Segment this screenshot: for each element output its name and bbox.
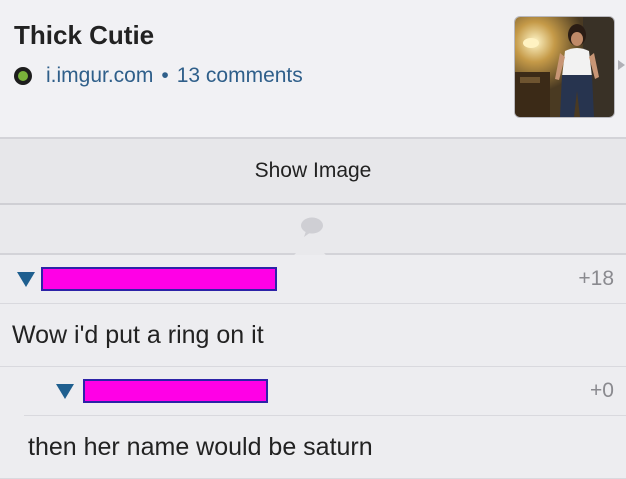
post-thumbnail[interactable] <box>514 16 615 118</box>
imgur-dot-icon <box>14 67 32 85</box>
comment-body: then her name would be saturn <box>0 416 626 479</box>
comment-header[interactable]: +18 <box>0 255 626 304</box>
post-meta: i.imgur.com • 13 comments <box>14 64 303 88</box>
show-image-button[interactable]: Show Image <box>0 139 626 205</box>
comment-body: Wow i'd put a ring on it <box>0 304 626 367</box>
show-image-label: Show Image <box>254 159 372 182</box>
comment-score: +18 <box>578 267 614 290</box>
chevron-right-icon <box>618 60 625 70</box>
username-redacted <box>41 267 277 291</box>
username-redacted <box>83 379 268 403</box>
comments-count-link[interactable]: 13 comments <box>177 64 303 88</box>
comment-text: then her name would be saturn <box>28 433 373 461</box>
collapse-arrow-icon[interactable] <box>17 272 35 287</box>
comment-header[interactable]: +0 <box>24 367 626 416</box>
comment-text: Wow i'd put a ring on it <box>12 321 264 349</box>
post-header[interactable]: Thick Cutie i.imgur.com • 13 comments <box>0 0 626 139</box>
post-title[interactable]: Thick Cutie <box>14 20 154 51</box>
comment-bubble-icon <box>301 217 323 237</box>
collapse-arrow-icon[interactable] <box>56 384 74 399</box>
post-thumbnail-image <box>515 17 614 117</box>
post-domain[interactable]: i.imgur.com <box>46 64 153 88</box>
meta-separator: • <box>161 64 169 87</box>
comment-score: +0 <box>590 379 614 402</box>
